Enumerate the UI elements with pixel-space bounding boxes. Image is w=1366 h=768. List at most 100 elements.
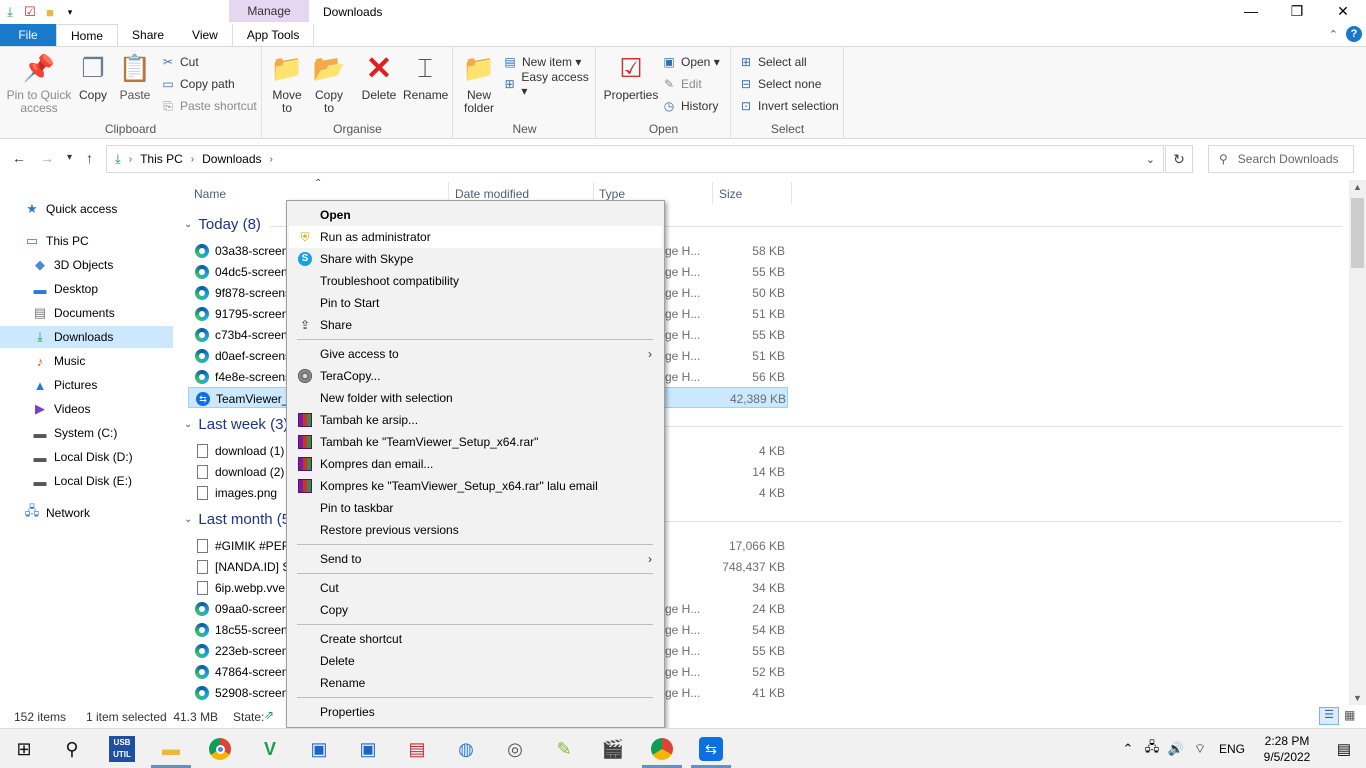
menu-create-shortcut[interactable]: Create shortcut	[289, 628, 662, 650]
address-bar[interactable]: ⤓ › This PC › Downloads › ⌄	[106, 145, 1164, 173]
vertical-scrollbar[interactable]: ▲ ▼	[1349, 180, 1366, 705]
back-arrow-icon[interactable]: ←	[12, 150, 26, 166]
qat-dropdown-icon[interactable]: ▾	[62, 4, 78, 20]
vim-icon[interactable]: V	[256, 735, 284, 763]
scroll-thumb[interactable]	[1351, 198, 1364, 268]
menu-give-access-to[interactable]: Give access to ›	[289, 343, 662, 365]
paste-button[interactable]: 📋 Paste	[118, 51, 152, 102]
select-all-button[interactable]: ⊞ Select all	[738, 53, 807, 71]
menu-delete[interactable]: Delete	[289, 650, 662, 672]
group-today[interactable]: ⌄ Today (8)	[184, 216, 261, 233]
menu-share[interactable]: ⇪ Share	[289, 314, 662, 336]
menu-send-to[interactable]: Send to ›	[289, 548, 662, 570]
nav-downloads[interactable]: ⤓ Downloads	[0, 326, 173, 348]
large-icons-view-icon[interactable]: ▦	[1344, 708, 1355, 722]
app-window-icon[interactable]: ▣	[354, 735, 382, 763]
manage-tab[interactable]: Manage	[229, 0, 309, 22]
close-button[interactable]: ✕	[1320, 0, 1366, 24]
details-view-icon[interactable]: ☰	[1319, 707, 1339, 725]
menu-properties[interactable]: Properties	[289, 701, 662, 723]
app-window-icon[interactable]: ▣	[305, 735, 333, 763]
teamviewer-taskbar-icon[interactable]: ⇆	[697, 735, 725, 763]
winrar-taskbar-icon[interactable]: ▤	[403, 735, 431, 763]
tab-share[interactable]: Share	[118, 24, 178, 46]
chrome-icon[interactable]	[206, 735, 234, 763]
menu-tambah-ke-arsip[interactable]: Tambah ke arsip...	[289, 409, 662, 431]
select-none-button[interactable]: ⊟ Select none	[738, 75, 821, 93]
video-editor-icon[interactable]: 🎬	[599, 735, 627, 763]
edit-button[interactable]: ✎ Edit	[661, 75, 702, 93]
menu-kompres-ke-rar-email[interactable]: Kompres ke "TeamViewer_Setup_x64.rar" la…	[289, 475, 662, 497]
menu-run-as-administrator[interactable]: ⛨ Run as administrator	[289, 226, 662, 248]
restore-button[interactable]: ❐	[1274, 0, 1320, 24]
menu-tambah-ke-rar[interactable]: Tambah ke "TeamViewer_Setup_x64.rar"	[289, 431, 662, 453]
help-icon[interactable]: ?	[1346, 26, 1362, 42]
column-size[interactable]: Size	[719, 187, 742, 201]
menu-share-with-skype[interactable]: S Share with Skype	[289, 248, 662, 270]
new-folder-button[interactable]: 📁 New folder	[460, 51, 498, 115]
menu-cut[interactable]: Cut	[289, 577, 662, 599]
nav-system-c[interactable]: ▬ System (C:)	[32, 422, 118, 444]
menu-pin-to-start[interactable]: Pin to Start	[289, 292, 662, 314]
breadcrumb-downloads[interactable]: Downloads	[202, 152, 261, 166]
invert-selection-button[interactable]: ⊡ Invert selection	[738, 97, 839, 115]
new-folder-icon[interactable]: ■	[42, 4, 58, 20]
nav-local-disk-e[interactable]: ▬ Local Disk (E:)	[32, 470, 133, 492]
show-hidden-icons-icon[interactable]: ⌃	[1116, 741, 1140, 757]
menu-new-folder-with-selection[interactable]: New folder with selection	[289, 387, 662, 409]
network-status-icon[interactable]: 🖧	[1140, 738, 1164, 760]
wifi-icon[interactable]: ⌔	[1188, 741, 1212, 757]
menu-restore-previous-versions[interactable]: Restore previous versions	[289, 519, 662, 541]
usb-util-icon[interactable]: USB UTIL	[108, 735, 136, 763]
history-button[interactable]: ◷ History	[661, 97, 719, 115]
move-to-button[interactable]: 📁 Move to	[269, 51, 305, 115]
refresh-button[interactable]: ↻	[1165, 145, 1193, 173]
notification-center-icon[interactable]: ▤	[1322, 740, 1366, 758]
menu-rename[interactable]: Rename	[289, 672, 662, 694]
nav-local-disk-d[interactable]: ▬ Local Disk (D:)	[32, 446, 133, 468]
menu-open[interactable]: Open	[289, 204, 662, 226]
collapse-ribbon-icon[interactable]: ⌃	[1329, 28, 1338, 41]
tab-file[interactable]: File	[0, 24, 56, 46]
minimize-button[interactable]: —	[1228, 0, 1274, 24]
nav-music[interactable]: ♪ Music	[32, 350, 86, 372]
copy-path-button[interactable]: ▭ Copy path	[160, 75, 234, 93]
paint-icon[interactable]: ✎	[550, 735, 578, 763]
menu-troubleshoot-compatibility[interactable]: Troubleshoot compatibility	[289, 270, 662, 292]
globe-icon[interactable]: ◍	[452, 735, 480, 763]
search-box[interactable]: ⚲ Search Downloads	[1208, 145, 1354, 173]
rename-button[interactable]: ⌶ Rename	[403, 51, 448, 102]
tab-home[interactable]: Home	[56, 24, 119, 46]
column-name[interactable]: Name	[194, 187, 226, 201]
column-date[interactable]: Date modified	[455, 187, 529, 201]
tab-view[interactable]: View	[178, 24, 232, 46]
language-indicator[interactable]: ENG	[1212, 742, 1252, 756]
new-item-button[interactable]: ▤ New item ▾	[502, 53, 581, 71]
copy-to-button[interactable]: 📂 Copy to	[311, 51, 347, 115]
recent-locations-icon[interactable]: ▾	[67, 152, 72, 163]
column-type[interactable]: Type	[599, 187, 625, 201]
nav-videos[interactable]: ▶ Videos	[32, 398, 90, 420]
copy-button[interactable]: ❐ Copy	[76, 51, 110, 102]
scroll-down-icon[interactable]: ▼	[1353, 693, 1362, 703]
menu-kompres-dan-email[interactable]: Kompres dan email...	[289, 453, 662, 475]
nav-desktop[interactable]: ▬ Desktop	[32, 278, 99, 300]
menu-copy[interactable]: Copy	[289, 599, 662, 621]
nav-pictures[interactable]: ▲ Pictures	[32, 374, 98, 396]
easy-access-button[interactable]: ⊞ Easy access ▾	[502, 70, 595, 98]
nav-documents[interactable]: ▤ Documents	[32, 302, 115, 324]
tab-app-tools[interactable]: App Tools	[231, 24, 315, 46]
scroll-up-icon[interactable]: ▲	[1353, 182, 1362, 192]
nav-this-pc[interactable]: ▭ This PC	[24, 230, 89, 252]
search-icon[interactable]: ⚲	[58, 735, 86, 763]
volume-icon[interactable]: 🔊	[1164, 741, 1188, 757]
properties-button[interactable]: ☑ Properties	[603, 51, 659, 102]
pin-quick-access-button[interactable]: 📌 Pin to Quick access	[4, 51, 74, 115]
menu-teracopy[interactable]: TeraCopy...	[289, 365, 662, 387]
clock[interactable]: 2:28 PM 9/5/2022	[1252, 733, 1322, 765]
nav-quick-access[interactable]: ★ Quick access	[24, 198, 117, 220]
download-arrow-icon[interactable]: ⤓	[2, 4, 18, 20]
chrome-profile-icon[interactable]	[648, 735, 676, 763]
breadcrumb-this-pc[interactable]: This PC	[140, 152, 183, 166]
nav-3d-objects[interactable]: ◆ 3D Objects	[32, 254, 113, 276]
